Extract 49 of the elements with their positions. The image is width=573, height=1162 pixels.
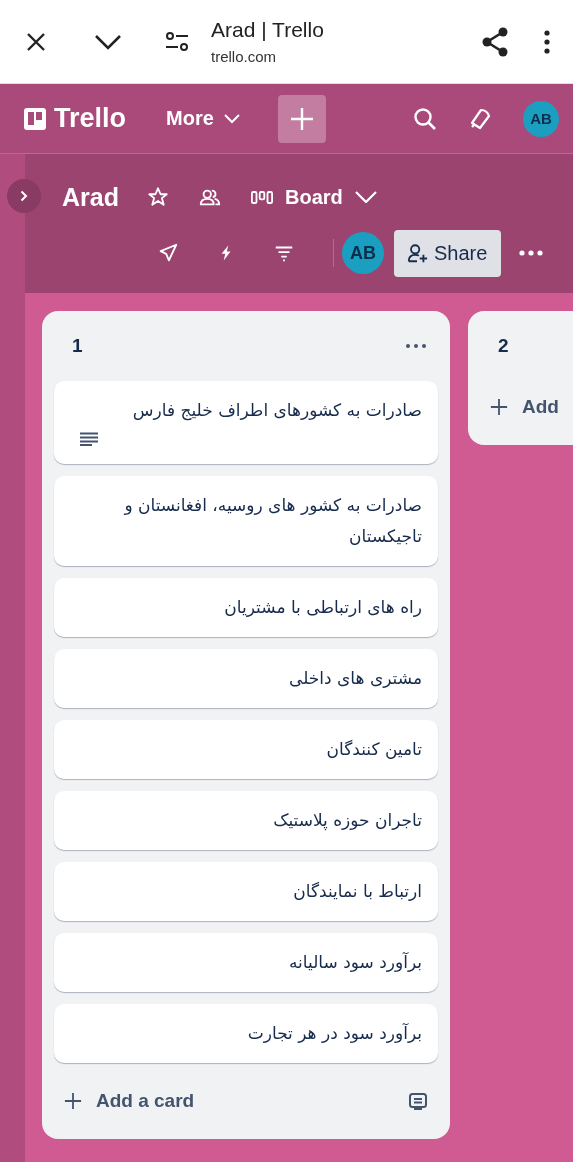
star-icon[interactable] [146,186,169,208]
share-button[interactable]: Share [394,229,502,277]
card[interactable]: برآورد سود سالیانه [54,933,438,992]
card-title: تامین کنندگان [325,738,422,761]
create-button[interactable] [277,94,326,143]
list-title[interactable]: 1 [72,335,83,357]
chevron-right-icon [20,190,28,202]
more-menu-button[interactable]: More [166,107,240,130]
chevron-down-icon [223,113,240,124]
user-avatar[interactable]: AB [523,100,559,137]
card[interactable]: تامین کنندگان [54,720,438,779]
page-url: trello.com [211,48,278,65]
logo-icon [24,107,46,130]
board-view-button[interactable]: Board [250,185,377,209]
add-card-button[interactable]: Add [490,396,559,418]
search-icon[interactable] [413,106,437,131]
columns-icon [250,190,273,204]
card[interactable]: راه های ارتباطی با مشتریان [54,578,438,637]
share-icon[interactable] [481,26,509,57]
card[interactable]: ارتباط با نمایندگان [54,862,438,921]
plus-icon [490,398,508,416]
chevron-down-icon[interactable] [94,33,122,50]
page-title: Arad | Trello [211,18,325,42]
logo-text: Trello [54,103,127,134]
card[interactable]: تاجران حوزه پلاستیک [54,791,438,850]
member-avatar[interactable]: AB [342,232,384,274]
card[interactable]: صادرات به کشورهای اطراف خلیج فارس [54,381,438,464]
chevron-down-icon [354,191,377,203]
add-person-icon [406,242,428,264]
card-title: برآورد سود سالیانه [288,951,422,974]
site-settings-icon[interactable] [165,31,189,52]
card[interactable]: صادرات به کشور های روسیه، افغانستان و تاجیکستان [54,476,438,566]
card[interactable]: مشتری های داخلی [54,649,438,708]
more-icon[interactable] [406,344,426,348]
card[interactable]: برآورد سود در هر تجارت [54,1004,438,1063]
card-title: صادرات به کشور های روسیه، افغانستان و تاجیکستان [122,494,422,548]
plus-icon [64,1092,82,1110]
add-card-button[interactable]: Add a card [64,1090,195,1112]
board-title[interactable]: Arad [62,182,119,212]
plus-icon [289,106,314,131]
card-title: مشتری های داخلی [288,667,422,690]
more-vertical-icon[interactable] [543,29,551,54]
card-title: ارتباط با نمایندگان [292,880,422,903]
more-icon[interactable] [519,250,544,256]
card-title: راه های ارتباطی با مشتریان [223,596,422,619]
card-title: صادرات به کشورهای اطراف خلیج فارس [131,399,422,423]
list-title[interactable]: 2 [498,335,509,357]
card-title: برآورد سود در هر تجارت [246,1022,422,1045]
card-title: تاجران حوزه پلاستیک [272,809,422,833]
